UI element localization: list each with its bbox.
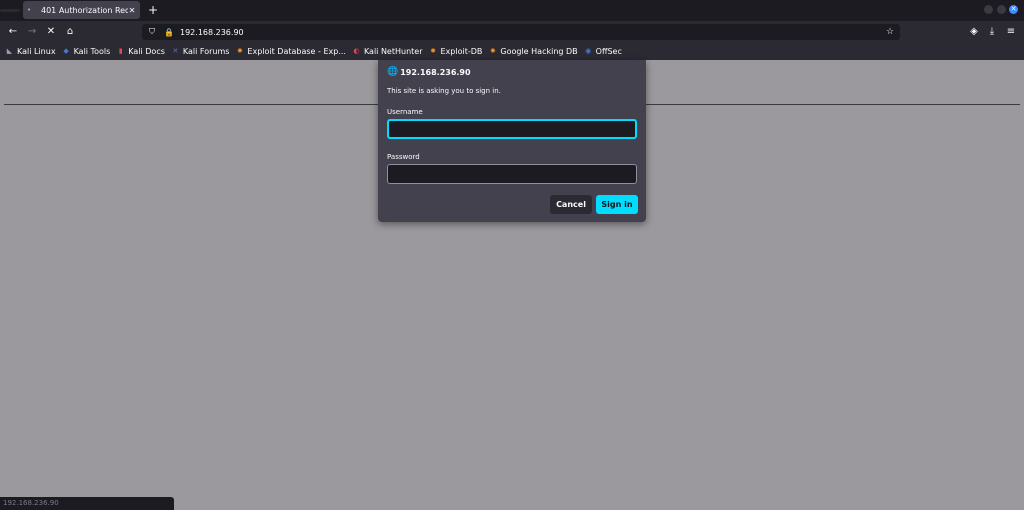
home-button[interactable]: ⌂ — [62, 24, 78, 40]
nethunter-icon: ◐ — [353, 47, 360, 55]
bookmark-item[interactable]: ◉ OffSec — [584, 47, 622, 56]
bookmark-item[interactable]: ✹ Exploit-DB — [429, 47, 483, 56]
tab-title: 401 Authorization Require — [41, 5, 128, 15]
bookmark-label: OffSec — [595, 47, 622, 56]
url-text[interactable]: 192.168.236.90 — [180, 28, 882, 37]
back-button[interactable]: ← — [5, 24, 21, 40]
bookmark-label: Kali Tools — [73, 47, 111, 56]
kali-tools-icon: ◆ — [63, 47, 69, 55]
sign-in-button[interactable]: Sign in — [596, 195, 638, 214]
ghdb-icon: ✹ — [489, 47, 496, 55]
tab-bar: • 401 Authorization Require ✕ + ✕ — [0, 0, 1024, 21]
bookmark-label: Exploit-DB — [440, 47, 483, 56]
window-close-button[interactable]: ✕ — [1009, 5, 1018, 14]
bookmark-star-icon[interactable]: ☆ — [882, 27, 898, 37]
bookmark-item[interactable]: ◆ Kali Tools — [62, 47, 111, 56]
forward-button[interactable]: → — [24, 24, 40, 40]
bookmark-item[interactable]: ▮ Kali Docs — [116, 47, 165, 56]
auth-dialog: 🌐 192.168.236.90 This site is asking you… — [378, 60, 646, 222]
maximize-button[interactable] — [997, 5, 1006, 14]
tracking-protection-shield-icon[interactable]: ⛉ — [145, 27, 159, 37]
exploit-db-icon: ✹ — [236, 47, 243, 55]
bookmark-item[interactable]: ✹ Exploit Database - Exp... — [235, 47, 346, 56]
tab-close-icon[interactable]: ✕ — [128, 6, 136, 15]
status-bar: 192.168.236.90 — [0, 497, 174, 510]
dialog-host: 192.168.236.90 — [400, 67, 471, 77]
tab-list-handle — [0, 9, 20, 12]
insecure-connection-icon[interactable]: 🔒 — [162, 28, 176, 37]
username-input[interactable] — [387, 119, 637, 139]
kali-docs-icon: ▮ — [118, 47, 123, 55]
bookmark-label: Kali Forums — [182, 47, 230, 56]
globe-icon: 🌐 — [387, 67, 399, 77]
bookmark-label: Kali NetHunter — [363, 47, 423, 56]
bookmark-item[interactable]: ◐ Kali NetHunter — [352, 47, 423, 56]
kali-forums-icon: ✕ — [172, 47, 179, 55]
bookmark-label: Kali Docs — [128, 47, 165, 56]
dialog-origin: 🌐 192.168.236.90 — [387, 67, 471, 77]
bookmark-item[interactable]: ✕ Kali Forums — [171, 47, 230, 56]
password-input[interactable] — [387, 164, 637, 184]
bookmarks-toolbar: ◣ Kali Linux ◆ Kali Tools ▮ Kali Docs ✕ Kali Fo… — [0, 43, 1024, 60]
username-label: Username — [387, 108, 423, 116]
offsec-icon: ◉ — [585, 47, 592, 55]
url-bar[interactable]: ⛉ 🔒 192.168.236.90 ☆ — [142, 24, 900, 40]
stop-loading-button[interactable]: ✕ — [43, 24, 59, 40]
loading-favicon-icon: • — [27, 6, 32, 14]
app-menu-icon[interactable]: ≡ — [1003, 24, 1019, 40]
bookmark-label: Google Hacking DB — [500, 47, 578, 56]
cancel-button[interactable]: Cancel — [550, 195, 592, 214]
bookmark-item[interactable]: ✹ Google Hacking DB — [488, 47, 578, 56]
tab-active[interactable]: • 401 Authorization Require ✕ — [23, 1, 140, 19]
bookmark-label: Kali Linux — [17, 47, 56, 56]
bookmark-item[interactable]: ◣ Kali Linux — [5, 47, 56, 56]
downloads-icon[interactable]: ⤓ — [984, 24, 1000, 40]
pocket-icon[interactable]: ◈ — [966, 24, 982, 40]
navigation-toolbar: ← → ✕ ⌂ ⛉ 🔒 192.168.236.90 ☆ ◈ ⤓ ≡ — [0, 21, 1024, 43]
new-tab-button[interactable]: + — [146, 3, 160, 17]
kali-dragon-icon: ◣ — [6, 47, 13, 55]
exploit-db-icon: ✹ — [430, 47, 436, 55]
bookmark-label: Exploit Database - Exp... — [247, 47, 346, 56]
dialog-message: This site is asking you to sign in. — [387, 87, 501, 95]
password-label: Password — [387, 153, 420, 161]
minimize-button[interactable] — [984, 5, 993, 14]
